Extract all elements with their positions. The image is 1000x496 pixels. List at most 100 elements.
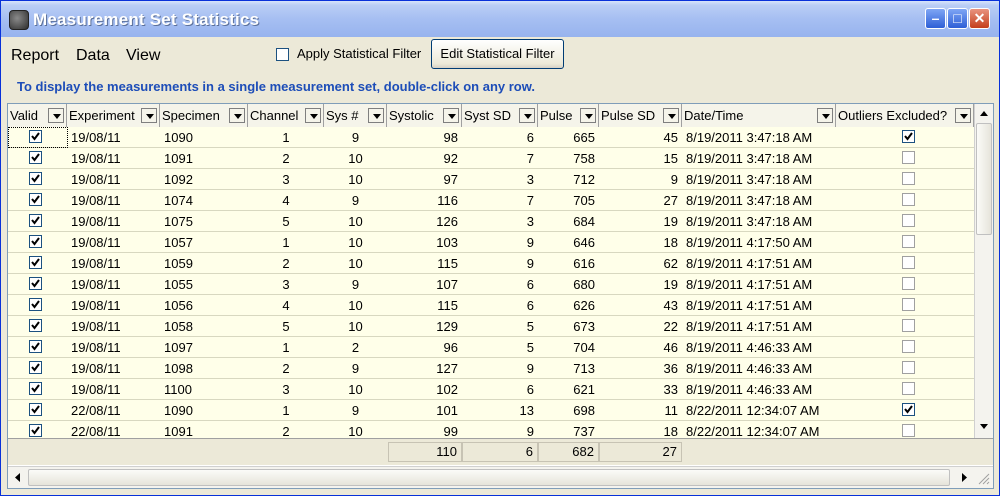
valid-cell[interactable] xyxy=(8,295,67,316)
outliers-excluded-cell[interactable] xyxy=(836,421,974,438)
column-filter-dropdown-icon[interactable] xyxy=(141,108,157,123)
valid-cell[interactable] xyxy=(8,421,67,438)
outliers-excluded-cell[interactable] xyxy=(836,400,974,421)
valid-cell[interactable] xyxy=(8,232,67,253)
outliers-excluded-cell[interactable] xyxy=(836,337,974,358)
table-row[interactable]: 19/08/11 1098 2 9 127 9 713 36 8/19/2011 4:46:33… xyxy=(8,358,974,379)
table-row[interactable]: 22/08/11 1091 2 10 99 9 737 18 8/22/2011 12:34:0… xyxy=(8,421,974,438)
outliers-excluded-cell[interactable] xyxy=(836,295,974,316)
column-filter-dropdown-icon[interactable] xyxy=(580,108,596,123)
valid-checkbox[interactable] xyxy=(29,403,42,416)
column-header-valid[interactable]: Valid xyxy=(8,104,67,127)
valid-checkbox[interactable] xyxy=(29,172,42,185)
apply-filter-checkbox[interactable] xyxy=(276,48,289,61)
valid-checkbox[interactable] xyxy=(29,214,42,227)
minimize-button[interactable]: – xyxy=(925,8,946,29)
valid-cell[interactable] xyxy=(8,211,67,232)
valid-cell[interactable] xyxy=(8,148,67,169)
column-header-pulse-sd[interactable]: Pulse SD xyxy=(599,104,682,127)
table-row[interactable]: 22/08/11 1090 1 9 101 13 698 11 8/22/2011 12:34:… xyxy=(8,400,974,421)
outliers-excluded-cell[interactable] xyxy=(836,190,974,211)
outliers-excluded-checkbox[interactable] xyxy=(902,256,915,269)
valid-checkbox[interactable] xyxy=(29,424,42,437)
table-row[interactable]: 19/08/11 1059 2 10 115 9 616 62 8/19/2011 4:17:5… xyxy=(8,253,974,274)
column-header-experiment[interactable]: Experiment xyxy=(67,104,160,127)
valid-cell[interactable] xyxy=(8,316,67,337)
outliers-excluded-cell[interactable] xyxy=(836,316,974,337)
table-row[interactable]: 19/08/11 1091 2 10 92 7 758 15 8/19/2011 3:47:18… xyxy=(8,148,974,169)
outliers-excluded-checkbox[interactable] xyxy=(902,172,915,185)
app-icon[interactable] xyxy=(9,10,29,30)
scroll-right-arrow[interactable] xyxy=(956,469,972,486)
close-button[interactable]: ✕ xyxy=(969,8,990,29)
outliers-excluded-cell[interactable] xyxy=(836,232,974,253)
horizontal-scrollbar[interactable] xyxy=(8,466,993,488)
menu-report[interactable]: Report xyxy=(11,47,59,65)
outliers-excluded-checkbox[interactable] xyxy=(902,382,915,395)
maximize-button[interactable]: □ xyxy=(947,8,968,29)
valid-checkbox[interactable] xyxy=(29,298,42,311)
outliers-excluded-checkbox[interactable] xyxy=(902,340,915,353)
valid-cell[interactable] xyxy=(8,358,67,379)
valid-checkbox[interactable] xyxy=(29,340,42,353)
outliers-excluded-checkbox[interactable] xyxy=(902,130,915,143)
outliers-excluded-checkbox[interactable] xyxy=(902,424,915,437)
column-filter-dropdown-icon[interactable] xyxy=(443,108,459,123)
table-row[interactable]: 19/08/11 1090 1 9 98 6 665 45 8/19/2011 3:47:18 … xyxy=(8,127,974,148)
menu-data[interactable]: Data xyxy=(76,47,110,65)
outliers-excluded-checkbox[interactable] xyxy=(902,277,915,290)
scroll-up-arrow[interactable] xyxy=(976,105,992,122)
vertical-scroll-thumb[interactable] xyxy=(976,123,992,235)
resize-grip[interactable] xyxy=(974,469,991,486)
outliers-excluded-checkbox[interactable] xyxy=(902,151,915,164)
valid-cell[interactable] xyxy=(8,169,67,190)
table-row[interactable]: 19/08/11 1092 3 10 97 3 712 9 8/19/2011 3:47:18 … xyxy=(8,169,974,190)
vertical-scrollbar[interactable] xyxy=(974,104,993,438)
valid-checkbox[interactable] xyxy=(29,256,42,269)
table-row[interactable]: 19/08/11 1056 4 10 115 6 626 43 8/19/2011 4:17:5… xyxy=(8,295,974,316)
column-filter-dropdown-icon[interactable] xyxy=(48,108,64,123)
column-header-outliers[interactable]: Outliers Excluded? xyxy=(836,104,974,127)
apply-filter-label[interactable]: Apply Statistical Filter xyxy=(297,46,421,61)
table-row[interactable]: 19/08/11 1074 4 9 116 7 705 27 8/19/2011 3:47:18… xyxy=(8,190,974,211)
column-filter-dropdown-icon[interactable] xyxy=(229,108,245,123)
outliers-excluded-cell[interactable] xyxy=(836,148,974,169)
column-header-pulse[interactable]: Pulse xyxy=(538,104,599,127)
outliers-excluded-cell[interactable] xyxy=(836,127,974,148)
horizontal-scroll-thumb[interactable] xyxy=(28,469,950,486)
column-header-sys[interactable]: Sys # xyxy=(324,104,387,127)
outliers-excluded-cell[interactable] xyxy=(836,169,974,190)
valid-cell[interactable] xyxy=(8,190,67,211)
valid-checkbox[interactable] xyxy=(29,193,42,206)
outliers-excluded-cell[interactable] xyxy=(836,211,974,232)
outliers-excluded-checkbox[interactable] xyxy=(902,319,915,332)
column-header-specimen[interactable]: Specimen xyxy=(160,104,248,127)
outliers-excluded-checkbox[interactable] xyxy=(902,214,915,227)
menu-view[interactable]: View xyxy=(126,47,160,65)
column-header-systolic[interactable]: Systolic xyxy=(387,104,462,127)
table-row[interactable]: 19/08/11 1097 1 2 96 5 704 46 8/19/2011 4:46:33 … xyxy=(8,337,974,358)
outliers-excluded-checkbox[interactable] xyxy=(902,235,915,248)
valid-checkbox[interactable] xyxy=(29,319,42,332)
table-row[interactable]: 19/08/11 1075 5 10 126 3 684 19 8/19/2011 3:47:1… xyxy=(8,211,974,232)
valid-cell[interactable] xyxy=(8,337,67,358)
column-filter-dropdown-icon[interactable] xyxy=(305,108,321,123)
edit-filter-button[interactable]: Edit Statistical Filter xyxy=(431,39,564,69)
scroll-down-arrow[interactable] xyxy=(976,418,992,435)
outliers-excluded-checkbox[interactable] xyxy=(902,193,915,206)
outliers-excluded-checkbox[interactable] xyxy=(902,298,915,311)
valid-checkbox[interactable] xyxy=(29,361,42,374)
valid-checkbox[interactable] xyxy=(29,277,42,290)
valid-cell[interactable] xyxy=(8,274,67,295)
valid-cell[interactable] xyxy=(8,379,67,400)
table-row[interactable]: 19/08/11 1055 3 9 107 6 680 19 8/19/2011 4:17:51… xyxy=(8,274,974,295)
valid-checkbox[interactable] xyxy=(29,151,42,164)
outliers-excluded-cell[interactable] xyxy=(836,253,974,274)
outliers-excluded-cell[interactable] xyxy=(836,358,974,379)
valid-checkbox[interactable] xyxy=(29,382,42,395)
column-filter-dropdown-icon[interactable] xyxy=(955,108,971,123)
outliers-excluded-checkbox[interactable] xyxy=(902,403,915,416)
column-filter-dropdown-icon[interactable] xyxy=(368,108,384,123)
outliers-excluded-cell[interactable] xyxy=(836,274,974,295)
column-header-syst-sd[interactable]: Syst SD xyxy=(462,104,538,127)
